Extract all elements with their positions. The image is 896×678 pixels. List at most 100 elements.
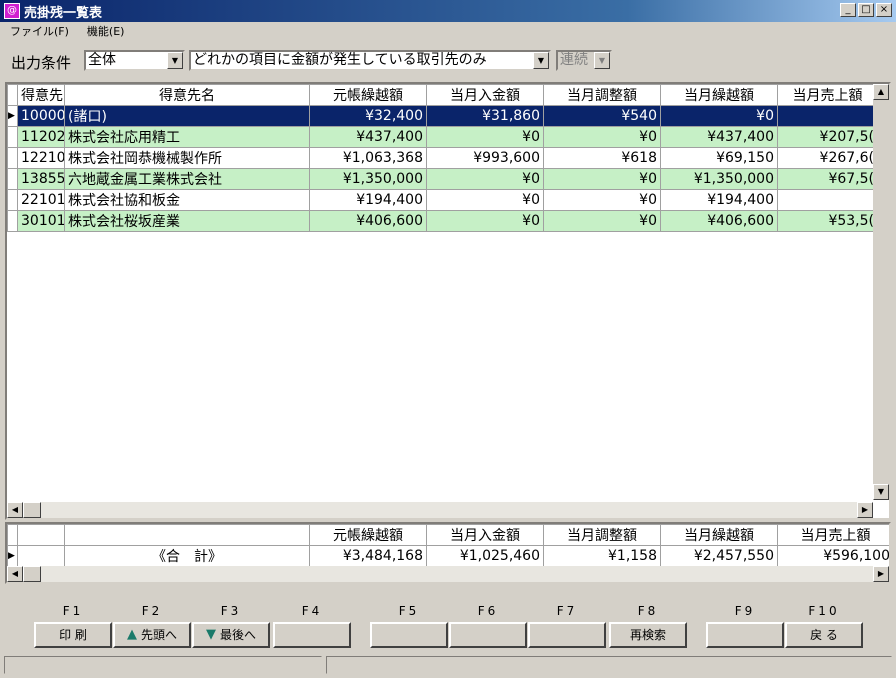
totals-grid: 元帳繰越額 当月入金額 当月調整額 当月繰越額 当月売上額 ▶ 《合 計》 ¥3…: [5, 522, 891, 584]
monthly-receipt-cell[interactable]: ¥993,600: [426, 147, 544, 169]
column-header[interactable]: 得意先: [17, 84, 65, 106]
table-row[interactable]: 12210 株式会社岡恭機械製作所 ¥1,063,368 ¥993,600 ¥618 ¥6…: [7, 147, 878, 169]
monthly-adjustment-cell[interactable]: ¥0: [543, 168, 661, 190]
menu-function[interactable]: 機能(E): [87, 23, 125, 39]
scroll-down-icon[interactable]: ▼: [873, 484, 889, 500]
monthly-sales-cell[interactable]: ¥207,5(: [777, 126, 878, 148]
customer-code-cell[interactable]: 30101: [17, 210, 65, 232]
monthly-receipt-cell[interactable]: ¥0: [426, 168, 544, 190]
chevron-down-icon: ▼: [594, 52, 610, 69]
vertical-scrollbar[interactable]: ▲ ▼: [873, 84, 889, 500]
prior-balance-cell[interactable]: ¥406,600: [309, 210, 427, 232]
monthly-carryover-cell[interactable]: ¥69,150: [660, 147, 778, 169]
column-header[interactable]: 当月売上額: [777, 84, 878, 106]
fkey-label: F10: [808, 604, 840, 618]
monthly-receipt-cell[interactable]: ¥0: [426, 189, 544, 211]
scroll-left-icon[interactable]: ◀: [7, 502, 23, 518]
prior-balance-cell[interactable]: ¥194,400: [309, 189, 427, 211]
horizontal-scrollbar[interactable]: ◀ ▶: [7, 502, 873, 518]
customer-name-cell[interactable]: 株式会社応用精工: [64, 126, 310, 148]
scroll-up-icon[interactable]: ▲: [873, 84, 889, 100]
fkey-f4: F4: [273, 604, 351, 648]
totals-horizontal-scrollbar[interactable]: ◀ ▶: [7, 566, 889, 582]
customer-name-cell[interactable]: 株式会社岡恭機械製作所: [64, 147, 310, 169]
fkey-f7-button[interactable]: [528, 622, 606, 648]
monthly-carryover-cell[interactable]: ¥194,400: [660, 189, 778, 211]
monthly-adjustment-cell[interactable]: ¥540: [543, 105, 661, 127]
monthly-adjustment-cell[interactable]: ¥0: [543, 126, 661, 148]
fkey-f9-button[interactable]: [706, 622, 784, 648]
table-row[interactable]: 22101 株式会社協和板金 ¥194,400 ¥0 ¥0 ¥194,400: [7, 189, 878, 211]
menu-file[interactable]: ファイル(F): [10, 23, 69, 39]
fkey-f3-button[interactable]: ▼ 最後へ: [192, 622, 270, 648]
column-header[interactable]: 当月入金額: [426, 84, 544, 106]
monthly-carryover-cell[interactable]: ¥0: [660, 105, 778, 127]
customer-code-cell[interactable]: 13855: [17, 168, 65, 190]
minimize-button[interactable]: _: [840, 3, 856, 17]
condition-value: どれかの項目に金額が発生している取引先のみ: [193, 52, 487, 68]
fkey-f2-button[interactable]: ▲ 先頭へ: [113, 622, 191, 648]
monthly-sales-cell[interactable]: [777, 189, 878, 211]
customer-name-cell[interactable]: (諸口): [64, 105, 310, 127]
fkey-f10-button[interactable]: 戻 る: [785, 622, 863, 648]
column-header: [64, 524, 310, 546]
totals-value: ¥1,158: [543, 545, 661, 567]
prior-balance-cell[interactable]: ¥1,063,368: [309, 147, 427, 169]
monthly-receipt-cell[interactable]: ¥31,860: [426, 105, 544, 127]
chevron-down-icon[interactable]: ▼: [167, 52, 183, 69]
close-button[interactable]: ×: [876, 3, 892, 17]
fkey-f1-button[interactable]: 印 刷: [34, 622, 112, 648]
status-pane-right: [326, 656, 892, 674]
monthly-adjustment-cell[interactable]: ¥0: [543, 189, 661, 211]
monthly-receipt-cell[interactable]: ¥0: [426, 126, 544, 148]
monthly-carryover-cell[interactable]: ¥437,400: [660, 126, 778, 148]
monthly-receipt-cell[interactable]: ¥0: [426, 210, 544, 232]
scroll-left-icon[interactable]: ◀: [7, 566, 23, 582]
customer-name-cell[interactable]: 株式会社協和板金: [64, 189, 310, 211]
customer-code-cell[interactable]: 11202: [17, 126, 65, 148]
prior-balance-cell[interactable]: ¥32,400: [309, 105, 427, 127]
fkey-f6-button[interactable]: [449, 622, 527, 648]
monthly-sales-cell[interactable]: ¥267,6(: [777, 147, 878, 169]
customer-code-cell[interactable]: 22101: [17, 189, 65, 211]
monthly-carryover-cell[interactable]: ¥1,350,000: [660, 168, 778, 190]
column-header[interactable]: 当月繰越額: [660, 84, 778, 106]
monthly-sales-cell[interactable]: ¥67,5(: [777, 168, 878, 190]
monthly-adjustment-cell[interactable]: ¥0: [543, 210, 661, 232]
fkey-f4-button[interactable]: [273, 622, 351, 648]
monthly-carryover-cell[interactable]: ¥406,600: [660, 210, 778, 232]
scroll-thumb[interactable]: [23, 566, 41, 582]
customer-name-cell[interactable]: 株式会社桜坂産業: [64, 210, 310, 232]
scroll-right-icon[interactable]: ▶: [873, 566, 889, 582]
column-header[interactable]: 当月調整額: [543, 84, 661, 106]
scope-select[interactable]: 全体 ▼: [84, 50, 185, 71]
customer-code-cell[interactable]: 12210: [17, 147, 65, 169]
maximize-button[interactable]: □: [858, 3, 874, 17]
fkey-f8-button[interactable]: 再検索: [609, 622, 687, 648]
prior-balance-cell[interactable]: ¥1,350,000: [309, 168, 427, 190]
customer-code-cell[interactable]: 10000: [17, 105, 65, 127]
condition-select[interactable]: どれかの項目に金額が発生している取引先のみ ▼: [189, 50, 551, 71]
table-row[interactable]: 11202 株式会社応用精工 ¥437,400 ¥0 ¥0 ¥437,400 ¥207,5(: [7, 126, 878, 148]
table-row[interactable]: ▶ 10000 (諸口) ¥32,400 ¥31,860 ¥540 ¥0: [7, 105, 878, 127]
data-grid[interactable]: 得意先 得意先名 元帳繰越額 当月入金額 当月調整額 当月繰越額 当月売上額 ▶…: [5, 82, 891, 520]
customer-name-cell[interactable]: 六地蔵金属工業株式会社: [64, 168, 310, 190]
table-row[interactable]: 30101 株式会社桜坂産業 ¥406,600 ¥0 ¥0 ¥406,600 ¥53,5(: [7, 210, 878, 232]
chevron-down-icon[interactable]: ▼: [533, 52, 549, 69]
column-header[interactable]: 得意先名: [64, 84, 310, 106]
fkey-label: F1: [62, 604, 84, 618]
table-row[interactable]: 13855 六地蔵金属工業株式会社 ¥1,350,000 ¥0 ¥0 ¥1,350,000…: [7, 168, 878, 190]
monthly-adjustment-cell[interactable]: ¥618: [543, 147, 661, 169]
scroll-thumb[interactable]: [23, 502, 41, 518]
fkey-f5-button[interactable]: [370, 622, 448, 648]
column-header[interactable]: 元帳繰越額: [309, 84, 427, 106]
monthly-sales-cell[interactable]: ¥53,5(: [777, 210, 878, 232]
fkey-label: F3: [220, 604, 242, 618]
totals-blank: [17, 545, 65, 567]
prior-balance-cell[interactable]: ¥437,400: [309, 126, 427, 148]
column-header: 当月繰越額: [660, 524, 778, 546]
scroll-right-icon[interactable]: ▶: [857, 502, 873, 518]
scroll-track[interactable]: [873, 100, 889, 484]
totals-value: ¥2,457,550: [660, 545, 778, 567]
monthly-sales-cell[interactable]: [777, 105, 878, 127]
